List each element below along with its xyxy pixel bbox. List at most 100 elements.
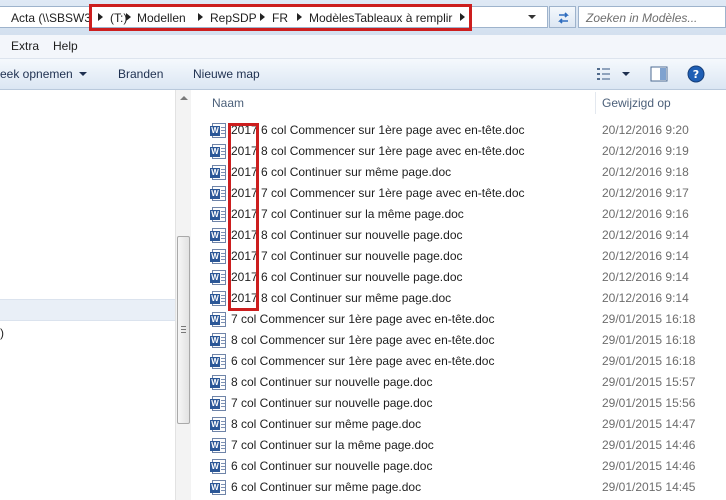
command-bar: eek opnemen Branden Nieuwe map ? — [0, 59, 726, 90]
svg-text:?: ? — [693, 68, 699, 81]
help-icon: ? — [687, 65, 705, 83]
table-row[interactable]: 2017 8 col Commencer sur 1ère page avec … — [197, 141, 726, 162]
help-button[interactable]: ? — [687, 65, 705, 86]
nav-item-fragment[interactable]: ) — [0, 326, 4, 340]
navigation-pane: ) — [0, 90, 175, 500]
file-name[interactable]: 2017 7 col Commencer sur 1ère page avec … — [231, 186, 525, 200]
table-row[interactable]: 8 col Commencer sur 1ère page avec en-tê… — [197, 330, 726, 351]
file-name[interactable]: 2017 6 col Continuer sur même page.doc — [231, 165, 451, 179]
scrollbar-thumb[interactable] — [177, 236, 190, 424]
word-document-icon — [210, 333, 226, 348]
chevron-down-icon[interactable] — [79, 72, 87, 76]
word-document-icon — [210, 312, 226, 327]
word-document-icon — [210, 480, 226, 495]
file-list: Naam Gewijzigd op 2017 6 col Commencer s… — [197, 90, 726, 500]
file-name[interactable]: 7 col Continuer sur la même page.doc — [231, 438, 434, 452]
address-history-dropdown-icon[interactable] — [528, 15, 536, 19]
file-name[interactable]: 6 col Continuer sur nouvelle page.doc — [231, 459, 432, 473]
table-row[interactable]: 2017 7 col Commencer sur 1ère page avec … — [197, 183, 726, 204]
table-row[interactable]: 2017 8 col Continuer sur même page.doc 20… — [197, 288, 726, 309]
table-row[interactable]: 2017 6 col Continuer sur même page.doc 20… — [197, 162, 726, 183]
view-dropdown-icon[interactable] — [622, 72, 630, 76]
word-document-icon — [210, 228, 226, 243]
word-document-icon — [210, 186, 226, 201]
file-name[interactable]: 2017 8 col Continuer sur nouvelle page.d… — [231, 228, 463, 242]
table-row[interactable]: 2017 7 col Continuer sur la même page.do… — [197, 204, 726, 225]
table-row[interactable]: 7 col Commencer sur 1ère page avec en-tê… — [197, 309, 726, 330]
file-modified-date: 29/01/2015 16:18 — [602, 312, 696, 326]
column-divider[interactable] — [595, 92, 596, 114]
file-modified-date: 20/12/2016 9:17 — [602, 186, 689, 200]
breadcrumb-root[interactable]: Acta (\\SBSW3 — [11, 11, 91, 25]
search-input[interactable]: Zoeken in Modèles... — [578, 6, 726, 28]
file-name[interactable]: 2017 6 col Continuer sur nouvelle page.d… — [231, 270, 463, 284]
file-modified-date: 29/01/2015 15:57 — [602, 375, 696, 389]
word-document-icon — [210, 249, 226, 264]
file-name[interactable]: 8 col Commencer sur 1ère page avec en-tê… — [231, 333, 494, 347]
file-name[interactable]: 2017 6 col Commencer sur 1ère page avec … — [231, 123, 525, 137]
column-header-modified[interactable]: Gewijzigd op — [602, 96, 671, 110]
column-header-name[interactable]: Naam — [212, 96, 244, 110]
file-name[interactable]: 2017 7 col Continuer sur nouvelle page.d… — [231, 249, 463, 263]
word-document-icon — [210, 354, 226, 369]
table-row[interactable]: 8 col Continuer sur nouvelle page.doc 29/… — [197, 372, 726, 393]
grip-line — [181, 329, 186, 330]
file-name[interactable]: 8 col Continuer sur même page.doc — [231, 417, 421, 431]
file-name[interactable]: 7 col Continuer sur nouvelle page.doc — [231, 396, 432, 410]
file-modified-date: 20/12/2016 9:14 — [602, 270, 689, 284]
word-document-icon — [210, 270, 226, 285]
table-row[interactable]: 2017 8 col Continuer sur nouvelle page.d… — [197, 225, 726, 246]
refresh-icon — [558, 12, 569, 24]
table-row[interactable]: 7 col Continuer sur nouvelle page.doc 29/… — [197, 393, 726, 414]
burn-button[interactable]: eek opnemen — [0, 67, 73, 81]
table-row[interactable]: 2017 6 col Commencer sur 1ère page avec … — [197, 120, 726, 141]
path-highlight-box — [89, 4, 472, 31]
file-modified-date: 29/01/2015 14:45 — [602, 480, 696, 494]
table-row[interactable]: 2017 7 col Continuer sur nouvelle page.d… — [197, 246, 726, 267]
file-name[interactable]: 2017 7 col Continuer sur la même page.do… — [231, 207, 464, 221]
table-row[interactable]: 6 col Continuer sur nouvelle page.doc 29/… — [197, 456, 726, 477]
search-placeholder: Zoeken in Modèles... — [586, 11, 698, 25]
file-name[interactable]: 6 col Continuer sur même page.doc — [231, 480, 421, 494]
word-document-icon — [210, 417, 226, 432]
word-document-icon — [210, 459, 226, 474]
share-button[interactable]: Branden — [118, 67, 163, 81]
menu-help[interactable]: Help — [53, 39, 78, 53]
file-rows: 2017 6 col Commencer sur 1ère page avec … — [197, 120, 726, 498]
grip-line — [181, 326, 186, 327]
preview-pane-button[interactable] — [650, 66, 668, 85]
table-row[interactable]: 8 col Continuer sur même page.doc 29/01/2… — [197, 414, 726, 435]
new-folder-button[interactable]: Nieuwe map — [193, 67, 260, 81]
word-document-icon — [210, 207, 226, 222]
file-modified-date: 20/12/2016 9:16 — [602, 207, 689, 221]
file-modified-date: 20/12/2016 9:20 — [602, 123, 689, 137]
nav-selected-item[interactable] — [0, 299, 175, 321]
file-modified-date: 29/01/2015 16:18 — [602, 333, 696, 347]
file-modified-date: 29/01/2015 14:46 — [602, 459, 696, 473]
scroll-up-icon[interactable] — [180, 96, 188, 100]
file-modified-date: 20/12/2016 9:14 — [602, 228, 689, 242]
table-row[interactable]: 7 col Continuer sur la même page.doc 29/0… — [197, 435, 726, 456]
nav-scrollbar[interactable] — [175, 90, 191, 500]
file-modified-date: 29/01/2015 14:47 — [602, 417, 696, 431]
file-modified-date: 20/12/2016 9:14 — [602, 291, 689, 305]
word-document-icon — [210, 396, 226, 411]
file-name[interactable]: 6 col Commencer sur 1ère page avec en-tê… — [231, 354, 494, 368]
refresh-button[interactable] — [549, 6, 576, 28]
file-modified-date: 29/01/2015 15:56 — [602, 396, 696, 410]
view-options-button[interactable] — [596, 67, 612, 84]
preview-pane-icon — [650, 66, 668, 82]
file-modified-date: 20/12/2016 9:18 — [602, 165, 689, 179]
table-row[interactable]: 6 col Commencer sur 1ère page avec en-tê… — [197, 351, 726, 372]
word-document-icon — [210, 438, 226, 453]
file-name[interactable]: 8 col Continuer sur nouvelle page.doc — [231, 375, 432, 389]
table-row[interactable]: 2017 6 col Continuer sur nouvelle page.d… — [197, 267, 726, 288]
file-name[interactable]: 2017 8 col Continuer sur même page.doc — [231, 291, 451, 305]
word-document-icon — [210, 144, 226, 159]
file-name[interactable]: 7 col Commencer sur 1ère page avec en-tê… — [231, 312, 494, 326]
view-options-icon — [597, 68, 610, 80]
file-name[interactable]: 2017 8 col Commencer sur 1ère page avec … — [231, 144, 525, 158]
menu-extra[interactable]: Extra — [11, 39, 39, 53]
grip-line — [181, 332, 186, 333]
table-row[interactable]: 6 col Continuer sur même page.doc 29/01/2… — [197, 477, 726, 498]
